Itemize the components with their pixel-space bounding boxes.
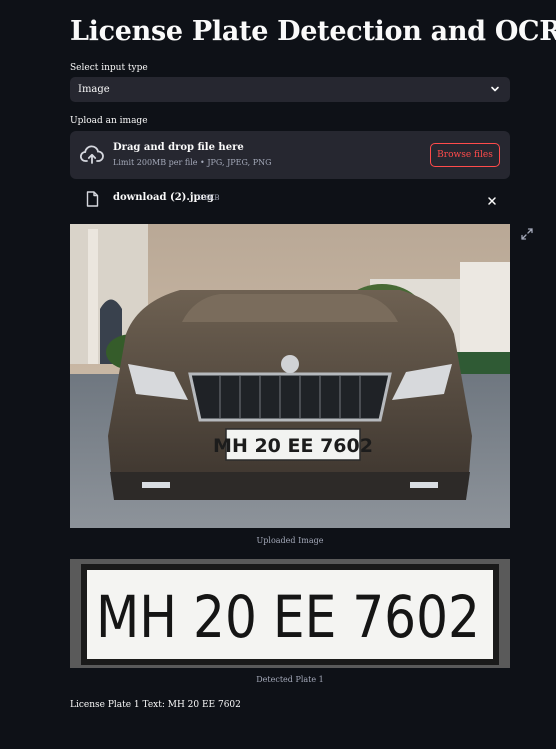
input-type-value: Image [78, 84, 110, 95]
upload-label: Upload an image [70, 116, 148, 126]
file-dropzone[interactable]: Drag and drop file here Limit 200MB per … [70, 131, 510, 179]
input-type-select[interactable]: Image [70, 77, 510, 102]
plate-result-text: License Plate 1 Text: MH 20 EE 7602 [70, 700, 241, 710]
detected-plate-text: MH 20 EE 7602 [96, 583, 480, 651]
uploaded-image-caption: Uploaded Image [256, 536, 324, 545]
input-type-label: Select input type [70, 63, 148, 73]
chevron-down-icon [489, 83, 501, 98]
detected-plate-caption: Detected Plate 1 [256, 675, 324, 684]
uploaded-image: MH 20 EE 7602 [70, 224, 510, 528]
fullscreen-icon[interactable] [520, 226, 534, 245]
uploaded-file-row: download (2).jpeg 9.6KB [70, 187, 510, 211]
dropzone-limit: Limit 200MB per file • JPG, JPEG, PNG [113, 158, 272, 167]
file-size: 9.6KB [198, 194, 220, 202]
file-icon [86, 191, 99, 211]
browse-files-button[interactable]: Browse files [430, 143, 500, 167]
uploaded-plate-text: MH 20 EE 7602 [213, 435, 373, 457]
page-title: License Plate Detection and OCR [70, 16, 556, 47]
close-icon[interactable] [486, 192, 498, 211]
dropzone-title: Drag and drop file here [113, 142, 244, 153]
detected-plate-image: MH 20 EE 7602 [70, 559, 510, 668]
cloud-upload-icon [79, 144, 104, 170]
